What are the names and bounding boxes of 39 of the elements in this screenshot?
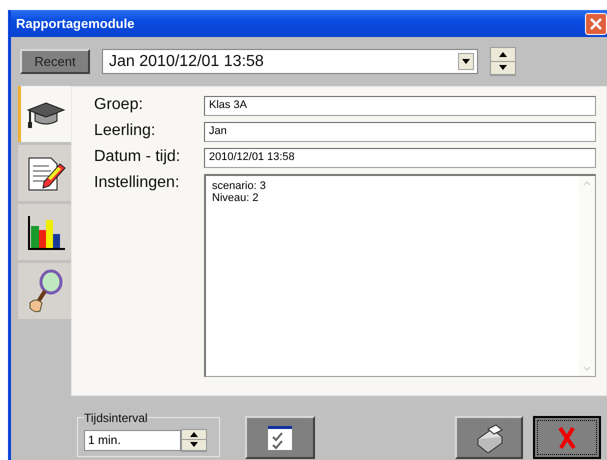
close-button[interactable] xyxy=(585,12,607,34)
down-arrow-icon xyxy=(499,65,507,70)
settings-textarea[interactable]: scenario: 3 Niveau: 2 xyxy=(204,174,596,377)
text-field[interactable]: 2010/12/01 13:58 xyxy=(204,148,596,168)
interval-spinner[interactable] xyxy=(181,428,207,452)
settings-line: Niveau: 2 xyxy=(212,192,260,204)
field-label: Datum - tijd: xyxy=(94,148,182,167)
side-tab[interactable] xyxy=(18,86,71,142)
session-dropdown[interactable]: Jan 2010/12/01 13:58 xyxy=(102,49,478,74)
checklist-button[interactable] xyxy=(245,416,315,459)
settings-line: scenario: 3 xyxy=(212,180,267,192)
field-label: Instellingen: xyxy=(94,174,180,193)
session-value: Jan 2010/12/01 13:58 xyxy=(109,52,264,70)
side-tab[interactable] xyxy=(18,145,71,201)
scrollbar[interactable] xyxy=(579,176,595,376)
up-arrow-icon xyxy=(499,52,507,57)
up-arrow-icon xyxy=(190,432,198,437)
close-icon xyxy=(590,18,602,30)
down-arrow-icon xyxy=(462,59,470,64)
cross-icon xyxy=(557,426,577,450)
text-field[interactable]: Jan xyxy=(204,122,596,142)
print-button[interactable] xyxy=(455,416,523,459)
spin-down-button[interactable] xyxy=(182,440,206,450)
cancel-button[interactable] xyxy=(533,416,601,459)
magnifier-hand-icon xyxy=(28,269,64,313)
field-label: Groep: xyxy=(94,96,144,115)
text-field[interactable]: Klas 3A xyxy=(204,96,596,116)
window-title: Rapportagemodule xyxy=(16,16,134,31)
down-arrow-icon xyxy=(190,442,198,448)
dropdown-button[interactable] xyxy=(458,53,474,70)
session-spinner[interactable] xyxy=(490,47,516,76)
group-legend: Tijdsinterval xyxy=(84,410,148,424)
bar-chart-icon xyxy=(27,214,65,250)
checklist-icon xyxy=(267,424,293,450)
recent-button[interactable]: Recent xyxy=(20,49,90,74)
spin-up-button[interactable] xyxy=(182,430,206,440)
interval-field[interactable]: 1 min. xyxy=(84,430,181,450)
side-tab[interactable] xyxy=(18,204,71,260)
field-label: Leerling: xyxy=(94,122,156,141)
